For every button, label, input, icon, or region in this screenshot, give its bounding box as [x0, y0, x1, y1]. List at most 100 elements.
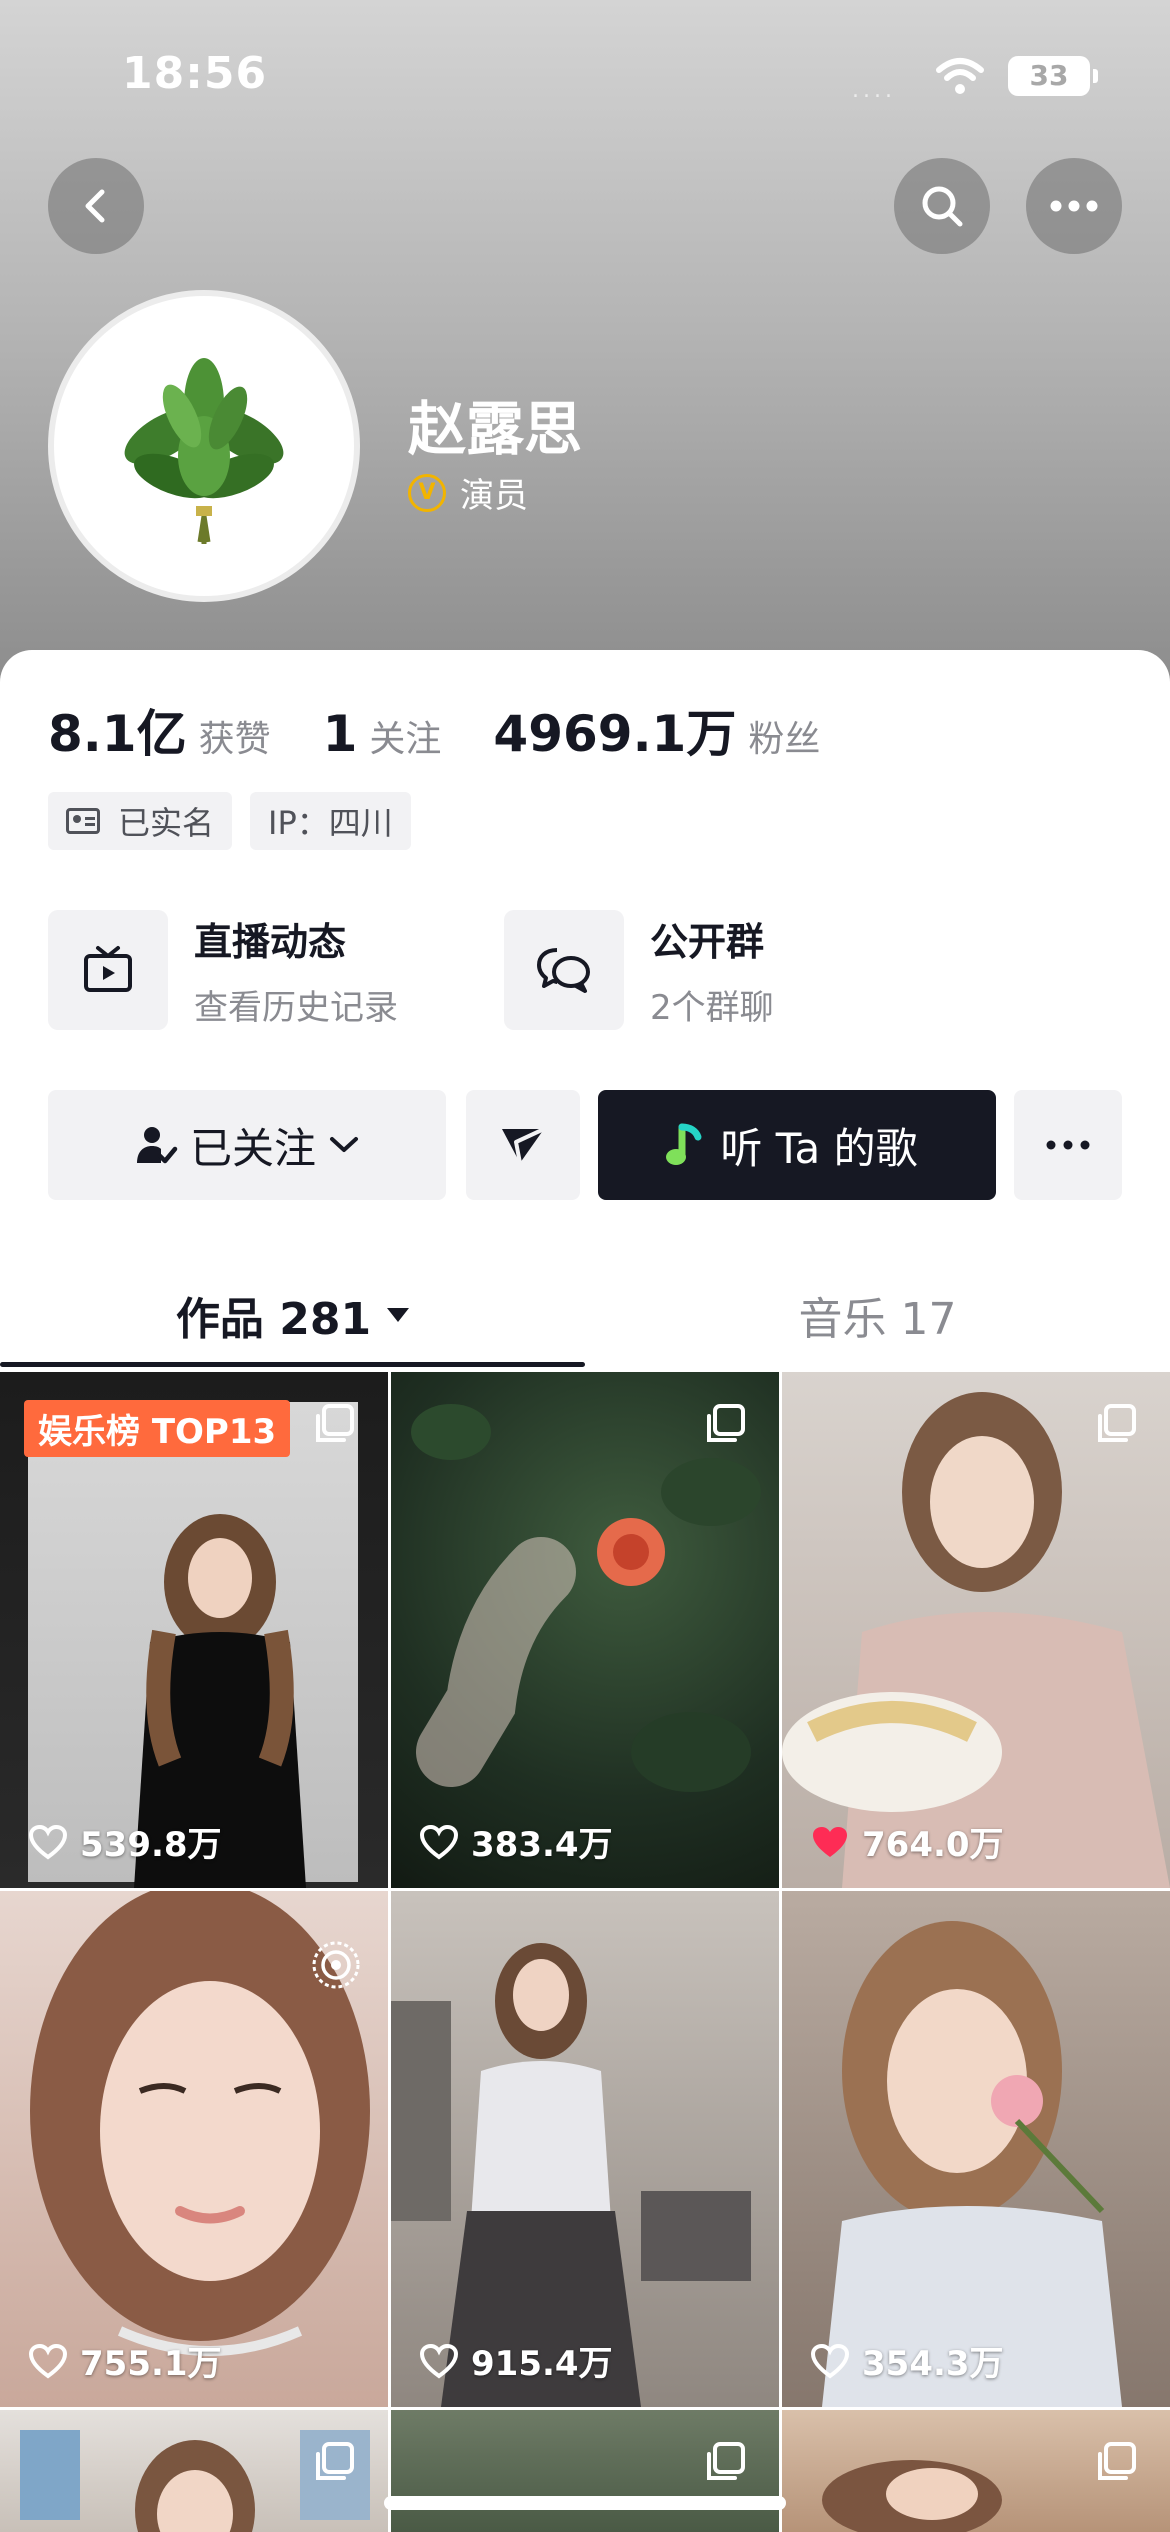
like-count: 383.4万 — [419, 1817, 613, 1866]
tab-works[interactable]: 作品 281 — [0, 1260, 585, 1370]
followers-label[interactable]: 粉丝 — [748, 710, 820, 762]
chevron-left-icon — [85, 189, 105, 223]
search-button[interactable] — [894, 158, 990, 254]
multi-image-icon — [316, 1404, 354, 1442]
video-thumbnail[interactable] — [391, 2410, 779, 2532]
group-entry-subtitle: 2个群聊 — [650, 988, 774, 1028]
like-count-text: 354.3万 — [862, 2344, 1004, 2384]
like-count: 915.4万 — [419, 2336, 613, 2385]
content-tabs: 作品 281 音乐 17 — [0, 1260, 1170, 1370]
live-entry-subtitle: 查看历史记录 — [194, 988, 398, 1028]
ip-location-tag: IP：四川 — [250, 792, 411, 850]
like-count-text: 915.4万 — [471, 2344, 613, 2384]
more-options-button[interactable] — [1026, 158, 1122, 254]
likes-label: 获赞 — [198, 719, 271, 760]
listen-songs-button[interactable]: 听 Ta 的歌 — [598, 1090, 996, 1200]
live-entry-text: 直播动态 查看历史记录 — [194, 911, 398, 1029]
like-count: 755.1万 — [28, 2336, 222, 2385]
multi-image-icon — [707, 2442, 745, 2480]
tab-works-label: 作品 281 — [175, 1294, 372, 1345]
group-entry-text: 公开群 2个群聊 — [650, 911, 774, 1029]
chat-bubbles-icon — [537, 948, 590, 993]
multi-image-icon — [316, 2442, 354, 2480]
video-thumbnail[interactable]: 383.4万 — [391, 1372, 779, 1888]
video-thumbnail[interactable] — [0, 2410, 388, 2532]
video-thumbnail[interactable] — [782, 2410, 1170, 2532]
like-count: 354.3万 — [810, 2336, 1004, 2385]
group-chat-icon-box — [504, 910, 624, 1030]
tv-icon — [84, 946, 132, 992]
avatar[interactable] — [48, 290, 360, 602]
like-count: 539.8万 — [28, 1817, 222, 1866]
active-tab-indicator — [0, 1362, 585, 1367]
home-indicator[interactable] — [384, 2496, 786, 2510]
caret-down-icon — [387, 1308, 410, 1322]
back-button[interactable] — [48, 158, 144, 254]
id-card-icon — [66, 808, 100, 834]
status-bar: 18:56 .... 33 — [0, 0, 1170, 150]
profile-header: 18:56 .... 33 赵露思 V 演员 — [0, 0, 1170, 690]
like-count-text: 764.0万 — [862, 1825, 1004, 1865]
woman-rose-figure — [822, 1921, 1122, 2407]
live-history-entry[interactable]: 直播动态 查看历史记录 — [48, 910, 398, 1030]
ip-location-label: IP：四川 — [268, 804, 393, 842]
heart-filled-icon — [813, 1826, 847, 1857]
real-name-tag: 已实名 — [48, 792, 233, 850]
verification-row: V 演员 — [408, 468, 528, 517]
like-count-text: 755.1万 — [80, 2344, 222, 2384]
video-thumbnail[interactable]: 915.4万 — [391, 1891, 779, 2407]
tab-music[interactable]: 音乐 17 — [585, 1260, 1170, 1370]
heart-outline-icon — [28, 2343, 68, 2378]
paper-plane-icon — [502, 1127, 545, 1164]
like-count-text: 539.8万 — [80, 1825, 222, 1865]
leaf-bouquet-icon — [124, 358, 284, 544]
multi-image-icon — [707, 1404, 745, 1442]
real-name-label: 已实名 — [118, 804, 215, 842]
following-count[interactable]: 1 — [323, 705, 358, 763]
wifi-icon — [936, 58, 984, 94]
cellular-signal-icon: .... — [852, 78, 896, 103]
video-thumbnail[interactable]: 354.3万 — [782, 1891, 1170, 2407]
group-entry-title: 公开群 — [650, 920, 765, 964]
rose-photo-figure — [411, 1404, 761, 1792]
multi-image-icon — [1098, 1404, 1136, 1442]
woman-uniform-figure — [391, 1943, 751, 2407]
multi-image-icon — [1098, 2442, 1136, 2480]
tags-row: 已实名 IP：四川 — [48, 792, 429, 850]
tab-music-label: 音乐 17 — [798, 1294, 957, 1345]
like-count-text: 383.4万 — [471, 1825, 613, 1865]
live-tv-icon-box — [48, 910, 168, 1030]
public-group-entry[interactable]: 公开群 2个群聊 — [504, 910, 774, 1030]
verified-badge-icon: V — [408, 473, 446, 512]
like-count: 764.0万 — [810, 1817, 1004, 1866]
followers-count[interactable]: 4969.1万 — [493, 694, 736, 766]
share-button[interactable] — [466, 1090, 580, 1200]
chevron-down-icon — [330, 1137, 358, 1152]
followed-button[interactable]: 已关注 — [48, 1090, 446, 1200]
video-thumbnail[interactable]: 755.1万 — [0, 1891, 388, 2407]
followed-label: 已关注 — [189, 1123, 316, 1173]
status-time: 18:56 — [122, 48, 268, 99]
following-label[interactable]: 关注 — [369, 710, 441, 762]
verification-label: 演员 — [460, 476, 528, 516]
heart-outline-icon — [419, 1824, 459, 1859]
more-actions-button[interactable] — [1014, 1090, 1122, 1200]
ellipsis-icon — [1046, 1140, 1090, 1150]
live-ring-icon — [312, 1941, 360, 1989]
search-icon — [922, 186, 963, 227]
profile-name: 赵露思 — [408, 395, 583, 463]
heart-outline-icon — [810, 2343, 850, 2378]
heart-outline-icon — [28, 1824, 68, 1859]
video-thumbnail[interactable]: 764.0万 — [782, 1372, 1170, 1888]
stats-row: 8.1亿 获赞 1 关注 4969.1万 粉丝 — [48, 694, 872, 766]
battery-indicator: 33 — [1008, 56, 1098, 96]
person-check-icon — [136, 1127, 178, 1164]
rank-badge: 娱乐榜 TOP13 — [24, 1400, 291, 1457]
ellipsis-icon — [1050, 200, 1098, 212]
woman-eating-figure — [782, 1392, 1170, 1888]
listen-songs-label: 听 Ta 的歌 — [720, 1123, 918, 1173]
music-note-icon — [666, 1123, 702, 1165]
likes-count: 8.1亿 — [48, 705, 187, 763]
video-thumbnail[interactable]: 娱乐榜 TOP13 539.8万 — [0, 1372, 388, 1888]
live-entry-title: 直播动态 — [194, 920, 347, 964]
